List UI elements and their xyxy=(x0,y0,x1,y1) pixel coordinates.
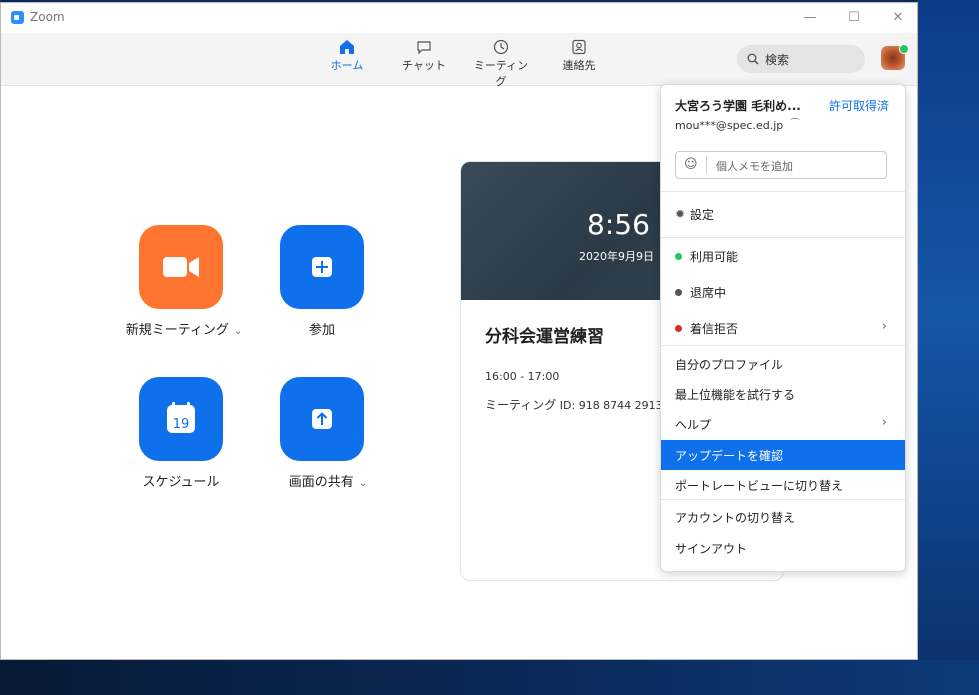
menu-try-top[interactable]: 最上位機能を試行する xyxy=(661,381,905,407)
video-camera-icon xyxy=(163,257,199,277)
personal-note-placeholder: 個人メモを追加 xyxy=(716,160,793,173)
maximize-button[interactable]: ☐ xyxy=(839,7,869,29)
chevron-right-icon: › xyxy=(881,415,887,430)
current-date: 2020年9月9日 xyxy=(579,250,654,263)
chat-icon xyxy=(417,41,431,55)
desktop-taskbar-area xyxy=(0,660,979,695)
share-screen-label: 画面の共有 ⌄ xyxy=(288,475,368,490)
menu-divider xyxy=(661,345,905,346)
menu-settings-label: 設定 xyxy=(690,208,715,222)
contacts-icon xyxy=(572,39,586,55)
chevron-down-icon[interactable]: ⌄ xyxy=(359,478,367,489)
menu-portrait-label: ポートレートビューに切り替え xyxy=(675,479,844,493)
menu-status-away[interactable]: 退席中 xyxy=(661,279,905,305)
nav-chat[interactable]: チャット xyxy=(394,39,454,73)
memo-separator xyxy=(706,156,707,174)
menu-help[interactable]: ヘルプ › xyxy=(661,411,905,437)
away-dot-icon xyxy=(675,289,682,296)
license-status: 許可取得済 xyxy=(828,99,889,113)
menu-sign-out-label: サインアウト xyxy=(675,542,748,556)
menu-check-updates-label: アップデートを確認 xyxy=(675,449,784,463)
home-icon xyxy=(340,40,354,54)
user-name: 大宮ろう学園 毛利め... xyxy=(675,99,801,113)
nav-contacts-label: 連絡先 xyxy=(562,59,596,72)
chevron-down-icon[interactable]: ⌄ xyxy=(234,326,242,337)
chevron-right-icon: › xyxy=(881,319,887,334)
available-dot-icon xyxy=(675,253,682,260)
calendar-day: 19 xyxy=(173,417,190,432)
user-email: mou***@spec.ed.jp xyxy=(675,119,784,132)
nav-chat-label: チャット xyxy=(402,59,446,72)
search-icon xyxy=(747,53,759,65)
nav-meetings-label: ミーティング xyxy=(473,59,529,88)
menu-switch-account[interactable]: アカウントの切り替え xyxy=(661,504,905,530)
calendar-icon: 19 xyxy=(167,402,195,433)
nav-home-label: ホーム xyxy=(330,59,364,72)
window-title: Zoom xyxy=(30,10,65,24)
new-meeting-button[interactable] xyxy=(139,225,223,309)
schedule-label: スケジュール xyxy=(142,475,220,490)
menu-check-updates[interactable]: アップデートを確認 xyxy=(661,440,905,470)
top-nav-bar: ホーム チャット ミーティング 連絡先 検索 xyxy=(1,33,917,89)
personal-note-input[interactable]: ☺ 個人メモを追加 xyxy=(675,151,887,179)
menu-status-dnd[interactable]: 着信拒否 › xyxy=(661,315,905,341)
gear-icon: ✹ xyxy=(675,207,686,221)
clock-icon xyxy=(493,39,509,55)
desktop-background xyxy=(918,0,979,695)
current-time: 8:56 xyxy=(587,208,650,241)
search-label: 検索 xyxy=(765,53,790,67)
smiley-icon[interactable]: ☺ xyxy=(684,157,698,172)
join-label: 参加 xyxy=(308,323,335,338)
new-meeting-label: 新規ミーティング ⌄ xyxy=(125,323,243,338)
nav-home[interactable]: ホーム xyxy=(317,39,377,73)
minimize-button[interactable]: — xyxy=(795,7,825,29)
join-button[interactable] xyxy=(280,225,364,309)
meeting-id: ミーティング ID: 918 8744 2913 xyxy=(485,398,663,412)
close-button[interactable]: ✕ xyxy=(883,7,913,29)
menu-help-label: ヘルプ xyxy=(675,418,712,432)
menu-away-label: 退席中 xyxy=(690,286,727,300)
hide-eye-icon[interactable]: ⁀ xyxy=(791,119,799,130)
menu-portrait-view[interactable]: ポートレートビューに切り替え xyxy=(661,472,905,498)
plus-icon xyxy=(312,257,332,277)
menu-profile-label: 自分のプロファイル xyxy=(675,358,784,372)
dnd-dot-icon xyxy=(675,325,682,332)
nav-contacts[interactable]: 連絡先 xyxy=(549,39,609,73)
menu-divider xyxy=(661,191,905,192)
title-bar: Zoom — ☐ ✕ xyxy=(1,3,917,33)
share-arrow-icon xyxy=(312,409,332,429)
menu-status-available[interactable]: 利用可能 xyxy=(661,243,905,269)
schedule-button[interactable]: 19 xyxy=(139,377,223,461)
meeting-time-range: 16:00 - 17:00 xyxy=(485,370,560,383)
zoom-window: Zoom — ☐ ✕ ホーム チャット ミーティング 連絡先 検索 新規ミーティ… xyxy=(0,2,918,660)
profile-menu: 大宮ろう学園 毛利め... 許可取得済 mou***@spec.ed.jp ⁀ … xyxy=(660,84,906,572)
zoom-app-icon xyxy=(11,11,24,24)
menu-sign-out[interactable]: サインアウト xyxy=(661,535,905,561)
menu-settings[interactable]: ✹ 設定 xyxy=(661,201,905,227)
presence-dot xyxy=(899,44,909,54)
menu-divider xyxy=(661,237,905,238)
share-screen-button[interactable] xyxy=(280,377,364,461)
meeting-title[interactable]: 分科会運営練習 xyxy=(485,322,604,347)
menu-profile[interactable]: 自分のプロファイル xyxy=(661,351,905,377)
menu-divider xyxy=(661,499,905,500)
menu-dnd-label: 着信拒否 xyxy=(690,322,739,336)
menu-available-label: 利用可能 xyxy=(690,250,739,264)
menu-switch-account-label: アカウントの切り替え xyxy=(675,511,796,525)
search-box[interactable]: 検索 xyxy=(737,45,865,73)
nav-meetings[interactable]: ミーティング xyxy=(471,39,531,89)
menu-try-top-label: 最上位機能を試行する xyxy=(675,388,796,402)
